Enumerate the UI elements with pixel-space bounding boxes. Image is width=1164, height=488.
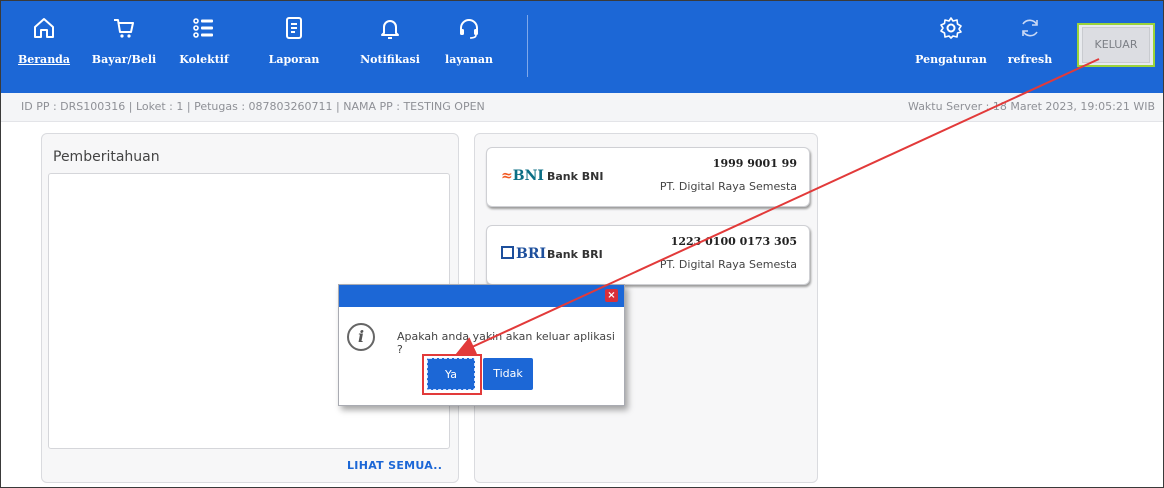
nav-kolektif[interactable]: Kolektif — [169, 13, 239, 66]
nav-label: Pengaturan — [915, 53, 987, 66]
nav-layanan[interactable]: layanan — [434, 13, 504, 66]
info-bar: ID PP : DRS100316 | Loket : 1 | Petugas … — [1, 93, 1163, 122]
account-holder: PT. Digital Raya Semesta — [659, 258, 797, 271]
refresh-icon — [995, 13, 1065, 43]
account-number: 1223 0100 0173 305 — [670, 235, 797, 248]
bni-logo: ≈BNI — [501, 168, 544, 184]
nav-label: refresh — [1007, 53, 1053, 66]
account-number: 1999 9001 99 — [712, 157, 797, 170]
app-window: Beranda Bayar/Beli Kolektif Laporan Noti… — [0, 0, 1164, 488]
dialog-message: Apakah anda yakin akan keluar aplikasi ? — [397, 330, 615, 356]
session-info: ID PP : DRS100316 | Loket : 1 | Petugas … — [21, 100, 485, 113]
cart-icon — [89, 13, 159, 43]
server-time: Waktu Server : 18 Maret 2023, 19:05:21 W… — [908, 100, 1155, 113]
home-icon — [9, 13, 79, 43]
bell-icon — [355, 13, 425, 43]
nav-label: Bayar/Beli — [91, 53, 157, 66]
dialog-header: × — [339, 285, 624, 307]
bank-name: Bank BRI — [547, 248, 603, 261]
account-holder: PT. Digital Raya Semesta — [659, 180, 797, 193]
document-icon — [259, 13, 329, 43]
nav-beranda[interactable]: Beranda — [9, 13, 79, 66]
confirm-yes-button[interactable]: Ya — [427, 358, 475, 390]
nav-bayar-beli[interactable]: Bayar/Beli — [89, 13, 159, 66]
bri-logo: BRI — [501, 246, 546, 262]
top-navigation-bar: Beranda Bayar/Beli Kolektif Laporan Noti… — [1, 1, 1163, 93]
keluar-button-label: KELUAR — [1082, 27, 1150, 63]
bank-card-bri[interactable]: BRI Bank BRI 1223 0100 0173 305 PT. Digi… — [486, 225, 810, 285]
bank-card-bni[interactable]: ≈BNI Bank BNI 1999 9001 99 PT. Digital R… — [486, 147, 810, 207]
close-icon[interactable]: × — [605, 289, 618, 302]
notification-title: Pemberitahuan — [53, 149, 160, 165]
nav-refresh[interactable]: refresh — [995, 13, 1065, 66]
headset-icon — [434, 13, 504, 43]
nav-pengaturan[interactable]: Pengaturan — [909, 13, 993, 66]
info-icon: i — [347, 323, 375, 351]
nav-laporan[interactable]: Laporan — [259, 13, 329, 66]
nav-label: Beranda — [17, 53, 71, 66]
nav-label: Laporan — [268, 53, 320, 66]
nav-label: layanan — [445, 53, 493, 66]
see-all-link[interactable]: LIHAT SEMUA.. — [347, 459, 442, 472]
nav-label: Kolektif — [179, 53, 229, 66]
nav-label: Notifikasi — [360, 53, 420, 66]
confirm-no-button[interactable]: Tidak — [483, 358, 533, 390]
nav-notifikasi[interactable]: Notifikasi — [355, 13, 425, 66]
bank-name: Bank BNI — [547, 170, 604, 183]
gear-icon — [909, 13, 993, 43]
keluar-button[interactable]: KELUAR — [1077, 23, 1155, 67]
list-icon — [169, 13, 239, 43]
nav-divider — [527, 15, 528, 77]
